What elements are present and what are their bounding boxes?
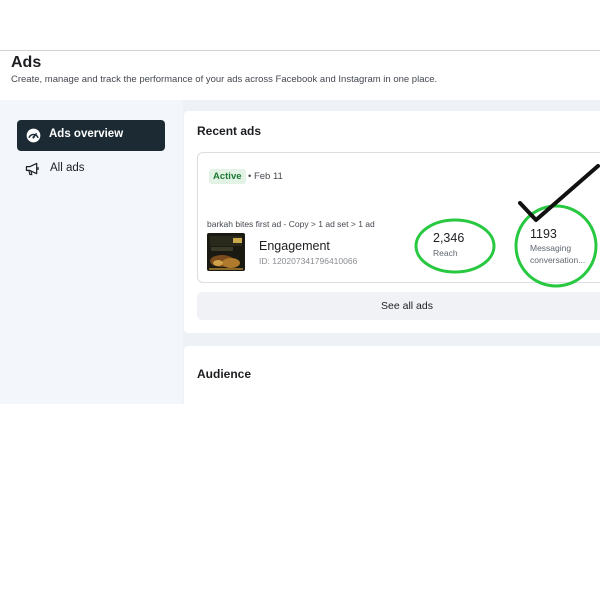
ad-breadcrumb[interactable]: barkah bites first ad - Copy > 1 ad set … [207, 219, 375, 229]
audience-title: Audience [197, 367, 252, 381]
reach-value: 2,346 [433, 231, 465, 245]
recent-ads-title: Recent ads [197, 124, 262, 138]
messaging-label: Messaging conversation... [530, 243, 586, 265]
ad-date: • Feb 11 [248, 171, 283, 182]
speedometer-icon [26, 128, 41, 143]
status-badge: Active [209, 169, 246, 184]
page-subtitle: Create, manage and track the performance… [11, 74, 438, 85]
reach-label: Reach [433, 248, 458, 258]
sidebar-item-label: Ads overview [49, 128, 124, 140]
sidebar-item-all-ads[interactable]: All ads [17, 157, 165, 183]
see-all-ads-button[interactable]: See all ads [197, 292, 600, 320]
screenshot-crop: Ads Create, manage and track the perform… [0, 0, 600, 404]
ad-id: ID: 120207341796410066 [259, 256, 358, 266]
ad-name[interactable]: Engagement [259, 239, 330, 253]
sidebar-item-ads-overview[interactable]: Ads overview [17, 120, 165, 151]
ad-thumbnail-image [207, 233, 245, 271]
messaging-value: 1193 [530, 227, 557, 241]
page-header: Ads Create, manage and track the perform… [0, 50, 600, 101]
sidebar-item-label: All ads [50, 162, 85, 174]
megaphone-icon [25, 162, 39, 176]
page-title: Ads [11, 54, 42, 71]
ad-thumbnail[interactable] [207, 233, 245, 271]
